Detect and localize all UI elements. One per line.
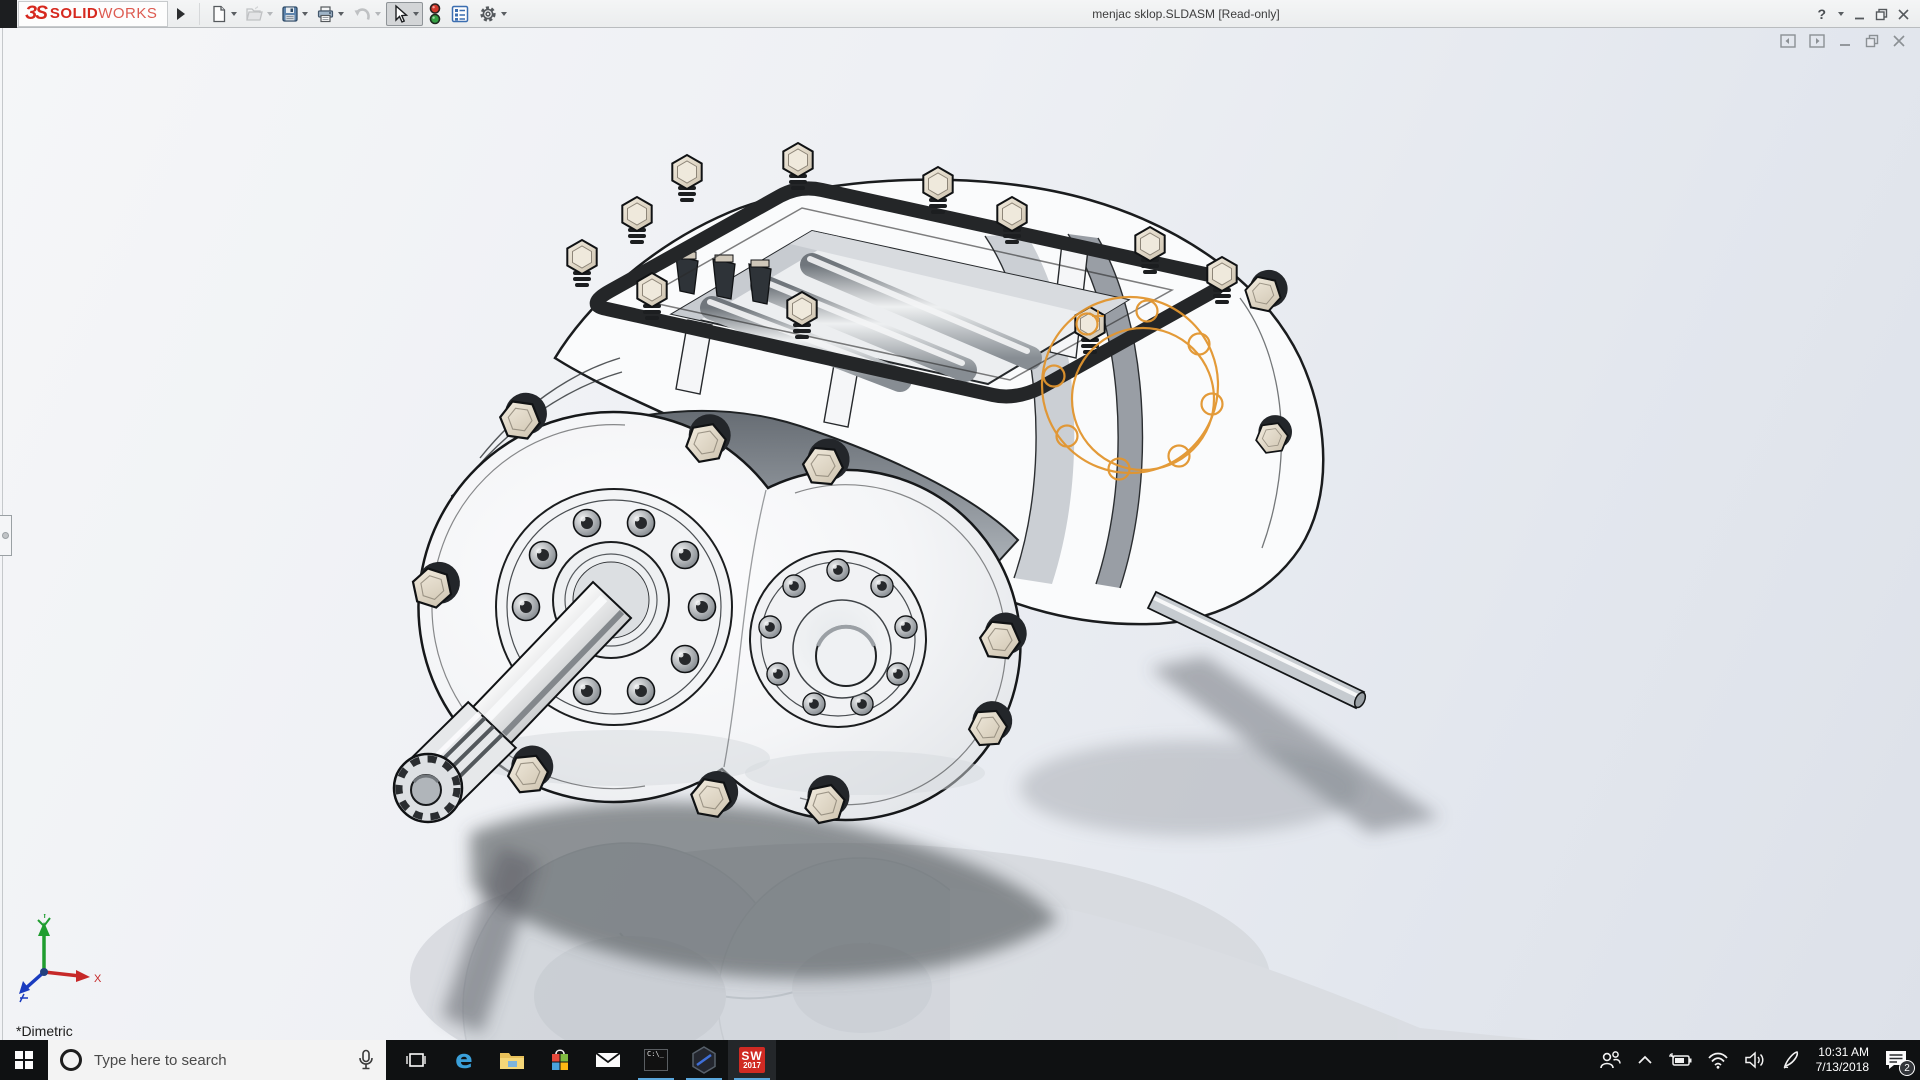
rebuild-traffic-light-icon [428, 3, 442, 25]
doc-restore-icon [1865, 34, 1879, 48]
undo-button[interactable] [349, 2, 384, 26]
z-axis-tick-icon [20, 994, 28, 1002]
pane-left-button[interactable] [1780, 34, 1796, 48]
battery-plug-icon [1668, 1052, 1692, 1068]
hexagon-app-button[interactable] [680, 1040, 728, 1080]
undo-icon [352, 5, 372, 23]
view-orientation-label: *Dimetric [16, 1023, 73, 1039]
new-document-icon [210, 5, 228, 23]
notification-badge: 2 [1899, 1060, 1915, 1076]
help-caret-icon[interactable] [1838, 12, 1844, 16]
titlebar: ЗS SOLID WORKS menjac sklop.SLDASM [Read… [0, 0, 1920, 28]
triad-x-label: X [94, 973, 102, 985]
network-button[interactable] [1707, 1051, 1729, 1069]
options-gear-icon [478, 4, 498, 24]
doc-close-icon [1892, 34, 1906, 48]
options-button[interactable] [475, 2, 510, 26]
wifi-icon [1707, 1051, 1729, 1069]
display-settings-button[interactable] [447, 2, 473, 26]
file-explorer-icon [499, 1049, 525, 1071]
solidworks-logo-glyph: ЗS [25, 3, 46, 25]
start-button[interactable] [0, 1040, 48, 1080]
edge-button[interactable]: e [440, 1040, 488, 1080]
gearbox-assembly-model[interactable] [0, 28, 1920, 1040]
doc-close-button[interactable] [1892, 34, 1906, 48]
windows-logo-icon [15, 1051, 33, 1069]
power-button[interactable] [1668, 1052, 1692, 1068]
action-center-button[interactable]: 2 [1884, 1049, 1908, 1071]
edge-icon: e [455, 1047, 473, 1073]
microphone-icon[interactable] [358, 1049, 374, 1071]
task-view-icon [405, 1050, 427, 1070]
pane-left-icon [1780, 34, 1796, 48]
system-tray: 10:31 AM 7/13/2018 2 [1598, 1040, 1920, 1080]
restore-icon [1875, 8, 1888, 21]
doc-restore-button[interactable] [1865, 34, 1879, 48]
pane-right-icon [1809, 34, 1825, 48]
mail-icon [595, 1050, 621, 1070]
graphics-viewport[interactable]: Y X *Dimetric [0, 28, 1920, 1040]
taskbar-search[interactable] [48, 1040, 386, 1080]
doc-minimize-button[interactable] [1838, 34, 1852, 48]
people-icon [1598, 1050, 1622, 1070]
clock-time: 10:31 AM [1816, 1045, 1869, 1060]
rebuild-button[interactable] [425, 2, 445, 26]
close-icon [1897, 8, 1910, 21]
close-button[interactable] [1897, 8, 1910, 21]
command-prompt-icon: C:\_ [644, 1049, 668, 1071]
save-button[interactable] [278, 2, 311, 26]
document-window-bar [1780, 34, 1906, 48]
new-document-button[interactable] [207, 2, 240, 26]
pane-right-button[interactable] [1809, 34, 1825, 48]
store-button[interactable] [536, 1040, 584, 1080]
taskbar-apps: e C:\_ SW 2017 [392, 1040, 776, 1080]
app-corner [0, 0, 17, 28]
people-button[interactable] [1598, 1050, 1622, 1070]
solidworks-logo: ЗS SOLID WORKS [18, 1, 168, 27]
window-title: menjac sklop.SLDASM [Read-only] [1092, 7, 1279, 21]
menu-flyout-arrow-icon[interactable] [177, 8, 185, 20]
tray-expand-button[interactable] [1637, 1055, 1653, 1065]
print-button[interactable] [313, 2, 347, 26]
windows-taskbar: e C:\_ SW 2017 [0, 1040, 1920, 1080]
search-input[interactable] [94, 1052, 346, 1069]
right-bearing-flange[interactable] [750, 551, 926, 727]
pen-icon [1781, 1050, 1801, 1070]
select-cursor-icon [390, 4, 410, 24]
hexagon-app-icon [691, 1046, 717, 1074]
display-settings-icon [450, 4, 470, 24]
print-icon [316, 5, 335, 23]
minimize-icon [1853, 8, 1866, 21]
select-tool-button[interactable] [386, 2, 423, 26]
solidworks-app-button[interactable]: SW 2017 [728, 1040, 776, 1080]
command-prompt-button[interactable]: C:\_ [632, 1040, 680, 1080]
windows-ink-button[interactable] [1781, 1050, 1801, 1070]
store-icon [548, 1048, 572, 1072]
mail-button[interactable] [584, 1040, 632, 1080]
help-button[interactable]: ? [1817, 6, 1826, 22]
solidworks-app-icon: SW 2017 [739, 1047, 765, 1073]
clock-date: 7/13/2018 [1816, 1060, 1869, 1075]
triad-y-label: Y [41, 914, 49, 921]
speaker-icon [1744, 1051, 1766, 1069]
chevron-up-icon [1637, 1055, 1653, 1065]
open-icon [245, 5, 264, 23]
restore-button[interactable] [1875, 8, 1888, 21]
volume-button[interactable] [1744, 1051, 1766, 1069]
input-shaft[interactable] [1148, 592, 1368, 709]
save-icon [281, 5, 299, 23]
task-view-button[interactable] [392, 1040, 440, 1080]
cortana-icon[interactable] [60, 1049, 82, 1071]
orientation-triad: Y X [14, 914, 124, 1006]
doc-minimize-icon [1838, 34, 1852, 48]
toolbar-separator [199, 3, 200, 25]
taskbar-clock[interactable]: 10:31 AM 7/13/2018 [1816, 1045, 1869, 1075]
open-button[interactable] [242, 2, 276, 26]
minimize-button[interactable] [1853, 8, 1866, 21]
file-explorer-button[interactable] [488, 1040, 536, 1080]
